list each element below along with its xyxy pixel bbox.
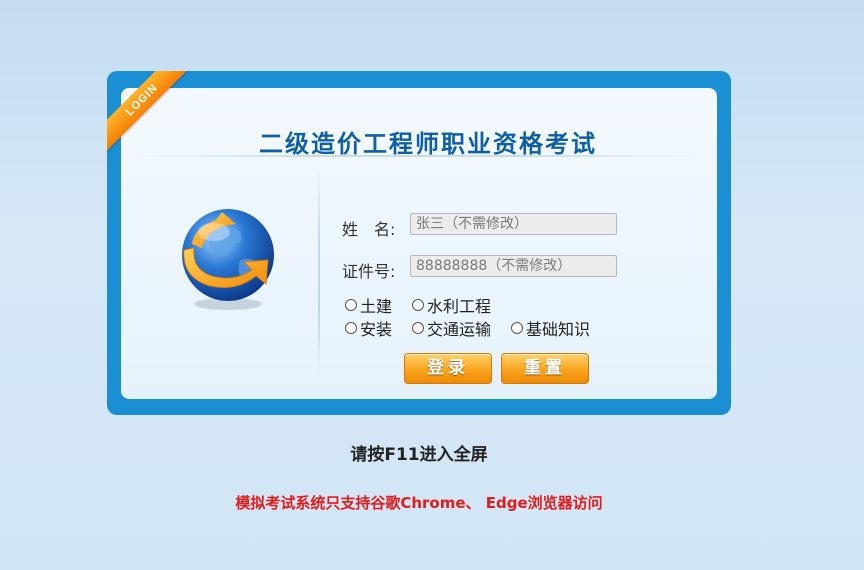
login-button[interactable]: 登录 (404, 353, 492, 384)
radio-installation[interactable]: 安装 (345, 316, 392, 340)
id-label: 证件号: (342, 262, 396, 281)
page-title: 二级造价工程师职业资格考试 (259, 129, 597, 158)
id-number-field[interactable]: 88888888（不需修改） (410, 255, 617, 277)
title-divider (135, 155, 700, 157)
vertical-divider (318, 168, 320, 373)
radio-label: 土建 (360, 297, 393, 316)
fullscreen-hint: 请按F11进入全屏 (350, 445, 488, 465)
radio-circle[interactable] (345, 299, 357, 311)
name-field[interactable]: 张三（不需修改） (410, 213, 617, 235)
name-label: 姓 名: (342, 220, 396, 239)
radio-label: 安装 (360, 320, 393, 339)
radio-label: 基础知识 (526, 320, 591, 339)
browser-warning: 模拟考试系统只支持谷歌Chrome、 Edge浏览器访问 (235, 494, 603, 512)
radio-circle[interactable] (412, 299, 424, 311)
globe-arrow-icon (182, 209, 274, 310)
radio-circle[interactable] (412, 322, 424, 334)
reset-button[interactable]: 重置 (501, 353, 589, 384)
radio-label: 交通运输 (427, 320, 492, 339)
radio-basic-knowledge[interactable]: 基础知识 (511, 316, 590, 340)
radio-water-conservancy[interactable]: 水利工程 (412, 293, 491, 317)
radio-label: 水利工程 (427, 297, 492, 316)
radio-circle[interactable] (511, 322, 523, 334)
radio-civil-construction[interactable]: 土建 (345, 293, 392, 317)
radio-circle[interactable] (345, 322, 357, 334)
radio-transportation[interactable]: 交通运输 (412, 316, 491, 340)
